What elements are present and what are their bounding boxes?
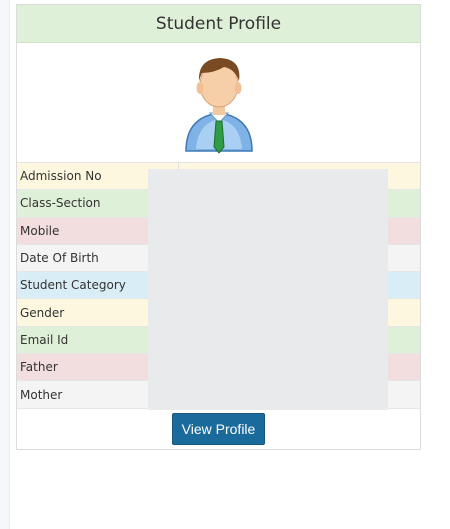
avatar-section [17, 43, 420, 162]
user-avatar-icon [184, 57, 253, 154]
redaction-overlay [148, 169, 388, 410]
card-footer: View Profile [17, 409, 420, 449]
card-title: Student Profile [155, 13, 282, 34]
view-profile-button[interactable]: View Profile [171, 412, 266, 445]
card-header: Student Profile [17, 5, 420, 43]
left-scroll-strip [0, 0, 10, 529]
